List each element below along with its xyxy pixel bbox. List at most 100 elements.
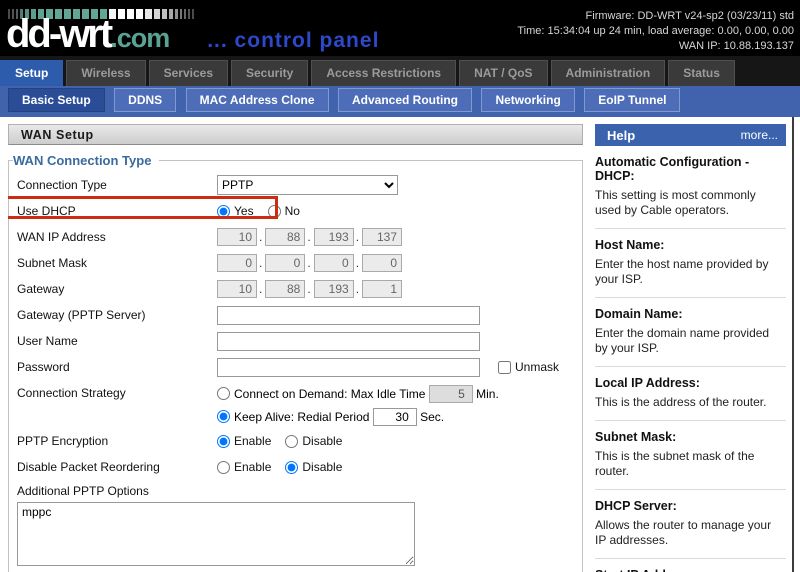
unmask-label: Unmask xyxy=(515,360,559,374)
wan-connection-type-legend: WAN Connection Type xyxy=(13,153,159,168)
password-row: Password Unmask xyxy=(17,354,576,380)
help-section-local-ip: Local IP Address: This is the address of… xyxy=(595,367,786,421)
help-section-dhcp: Automatic Configuration - DHCP: This set… xyxy=(595,146,786,229)
connection-type-label: Connection Type xyxy=(17,178,217,192)
wan-ip-row: WAN IP Address . . . xyxy=(17,224,576,250)
additional-options-label: Additional PPTP Options xyxy=(17,484,576,498)
packet-reordering-label: Disable Packet Reordering xyxy=(17,460,217,474)
pptp-encryption-enable-radio[interactable] xyxy=(217,435,230,448)
password-label: Password xyxy=(17,360,217,374)
use-dhcp-yes-radio[interactable] xyxy=(217,205,230,218)
tab-access-restrictions[interactable]: Access Restrictions xyxy=(311,60,456,86)
pptp-server-input[interactable] xyxy=(217,306,480,325)
help-heading: DHCP Server: xyxy=(595,499,784,513)
help-section-host-name: Host Name: Enter the host name provided … xyxy=(595,229,786,298)
packet-reordering-row: Disable Packet Reordering Enable Disable xyxy=(17,454,576,480)
tab-services[interactable]: Services xyxy=(149,60,228,86)
packet-reordering-enable-label: Enable xyxy=(234,460,271,474)
wan-ip-octet-4 xyxy=(362,228,402,246)
max-idle-time-input xyxy=(429,385,473,403)
wan-setup-section-header: WAN Setup xyxy=(8,124,583,145)
subtab-networking[interactable]: Networking xyxy=(481,88,574,112)
main-content: WAN Setup WAN Connection Type Connection… xyxy=(8,117,583,572)
gateway-label: Gateway xyxy=(17,282,217,296)
subnet-octet-2 xyxy=(265,254,305,272)
password-input[interactable] xyxy=(217,358,480,377)
pptp-server-row: Gateway (PPTP Server) xyxy=(17,302,576,328)
user-name-input[interactable] xyxy=(217,332,480,351)
help-heading: Host Name: xyxy=(595,238,784,252)
tab-administration[interactable]: Administration xyxy=(551,60,666,86)
pptp-encryption-enable-label: Enable xyxy=(234,434,271,448)
unmask-checkbox[interactable] xyxy=(498,361,511,374)
subtab-eoip-tunnel[interactable]: EoIP Tunnel xyxy=(584,88,680,112)
packet-reordering-disable-label: Disable xyxy=(302,460,342,474)
subnet-mask-label: Subnet Mask xyxy=(17,256,217,270)
subnet-octet-1 xyxy=(217,254,257,272)
router-status-info: Firmware: DD-WRT v24-sp2 (03/23/11) std … xyxy=(517,9,794,54)
help-body: Enter the host name provided by your ISP… xyxy=(595,257,784,287)
gateway-row: Gateway . . . xyxy=(17,276,576,302)
subnet-octet-3 xyxy=(314,254,354,272)
brand-tagline: ... control panel xyxy=(207,29,379,52)
additional-options-textarea[interactable]: mppc xyxy=(17,502,415,566)
redial-period-input[interactable] xyxy=(373,408,417,426)
connection-type-select[interactable]: PPTP xyxy=(217,175,398,195)
wan-ip-octet-2 xyxy=(265,228,305,246)
help-body: This is the address of the router. xyxy=(595,395,784,410)
use-dhcp-label: Use DHCP xyxy=(17,204,217,218)
connection-strategy-row: Connection Strategy Connect on Demand: M… xyxy=(17,380,576,428)
gateway-octet-4 xyxy=(362,280,402,298)
help-panel: Help more... Automatic Configuration - D… xyxy=(595,117,794,572)
dd-wrt-control-panel: dd-wrt.com... control panel Firmware: DD… xyxy=(0,0,800,572)
help-body: Allows the router to manage your IP addr… xyxy=(595,518,784,548)
tab-security[interactable]: Security xyxy=(231,60,308,86)
time-info: Time: 15:34:04 up 24 min, load average: … xyxy=(517,24,794,39)
pptp-server-label: Gateway (PPTP Server) xyxy=(17,308,217,322)
brand-logo: dd-wrt.com... control panel xyxy=(6,12,379,57)
packet-reordering-disable-radio[interactable] xyxy=(285,461,298,474)
keep-alive-radio[interactable] xyxy=(217,410,230,423)
tab-nat-qos[interactable]: NAT / QoS xyxy=(459,60,547,86)
keep-alive-label: Keep Alive: Redial Period xyxy=(234,410,369,424)
help-section-start-ip: Start IP Address: The address you would … xyxy=(595,559,786,572)
help-section-domain-name: Domain Name: Enter the domain name provi… xyxy=(595,298,786,367)
pptp-encryption-disable-radio[interactable] xyxy=(285,435,298,448)
help-header: Help more... xyxy=(595,124,786,146)
sub-tab-bar: Basic Setup DDNS MAC Address Clone Advan… xyxy=(0,86,800,117)
subnet-mask-row: Subnet Mask . . . xyxy=(17,250,576,276)
redial-period-unit: Sec. xyxy=(420,410,444,424)
user-name-row: User Name xyxy=(17,328,576,354)
subtab-ddns[interactable]: DDNS xyxy=(114,88,176,112)
help-section-subnet-mask: Subnet Mask: This is the subnet mask of … xyxy=(595,421,786,490)
wan-ip-info: WAN IP: 10.88.193.137 xyxy=(517,39,794,54)
help-body: This setting is most commonly used by Ca… xyxy=(595,188,784,218)
connection-type-row: Connection Type PPTP xyxy=(17,172,576,198)
help-body: This is the subnet mask of the router. xyxy=(595,449,784,479)
help-section-dhcp-server: DHCP Server: Allows the router to manage… xyxy=(595,490,786,559)
tab-wireless[interactable]: Wireless xyxy=(66,60,145,86)
connection-strategy-label: Connection Strategy xyxy=(17,382,217,400)
brand-name: dd-wrt xyxy=(6,12,110,56)
use-dhcp-no-radio[interactable] xyxy=(268,205,281,218)
max-idle-time-unit: Min. xyxy=(476,387,499,401)
help-heading: Domain Name: xyxy=(595,307,784,321)
help-heading: Local IP Address: xyxy=(595,376,784,390)
gateway-octet-1 xyxy=(217,280,257,298)
help-heading: Start IP Address: xyxy=(595,568,784,572)
tab-setup[interactable]: Setup xyxy=(0,60,63,86)
wan-connection-type-fieldset: WAN Connection Type Connection Type PPTP… xyxy=(8,153,583,572)
tab-status[interactable]: Status xyxy=(668,60,735,86)
connect-on-demand-radio[interactable] xyxy=(217,387,230,400)
help-more-link[interactable]: more... xyxy=(741,128,778,142)
use-dhcp-yes-label: Yes xyxy=(234,204,254,218)
subtab-advanced-routing[interactable]: Advanced Routing xyxy=(338,88,472,112)
user-name-label: User Name xyxy=(17,334,217,348)
pptp-encryption-label: PPTP Encryption xyxy=(17,434,217,448)
wan-ip-octet-3 xyxy=(314,228,354,246)
wan-ip-label: WAN IP Address xyxy=(17,230,217,244)
packet-reordering-enable-radio[interactable] xyxy=(217,461,230,474)
subtab-mac-address-clone[interactable]: MAC Address Clone xyxy=(186,88,329,112)
subtab-basic-setup[interactable]: Basic Setup xyxy=(8,88,105,112)
main-tab-bar: Setup Wireless Services Security Access … xyxy=(0,56,800,86)
